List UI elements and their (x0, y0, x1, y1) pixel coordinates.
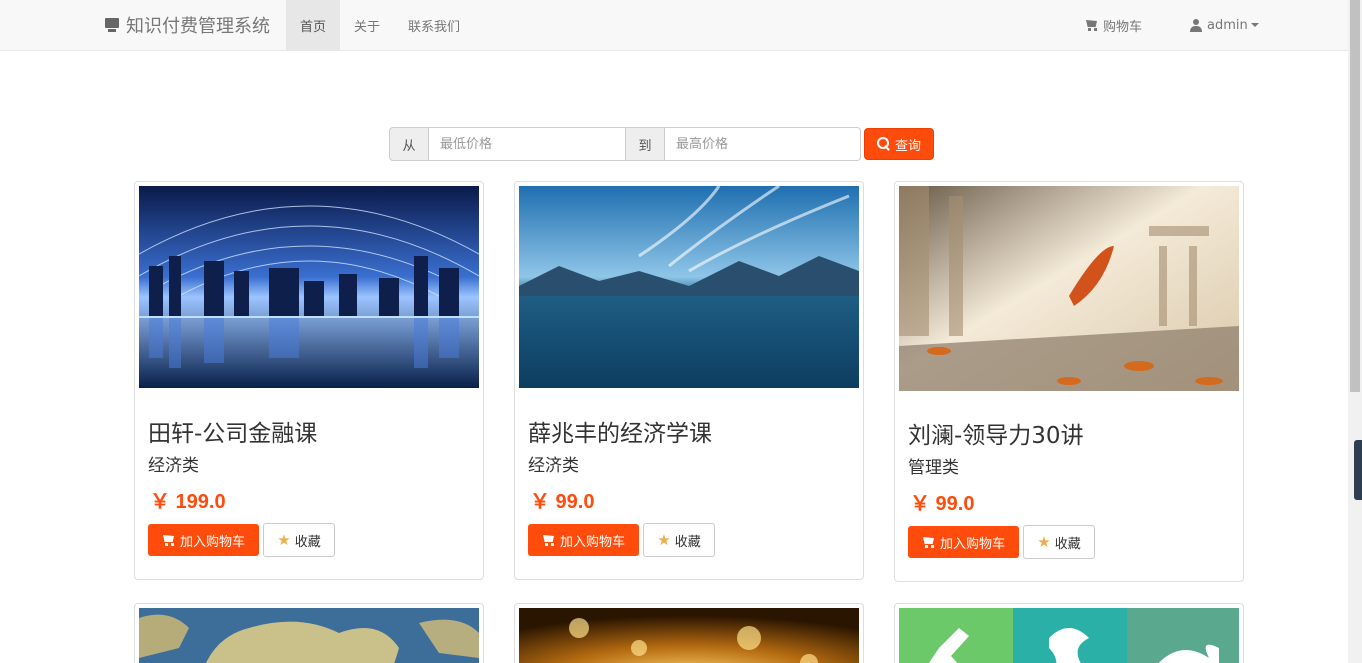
course-price: ￥ 199.0 (150, 491, 226, 513)
course-price: ￥ 99.0 (530, 491, 595, 513)
max-price-input[interactable] (665, 127, 861, 161)
query-button-label: 查询 (894, 138, 921, 154)
star-icon: ★ (1037, 533, 1051, 551)
add-to-cart-label: 加入购物车 (939, 536, 1005, 552)
favorite-button[interactable]: ★ 收藏 (1023, 525, 1095, 559)
side-tab[interactable] (1354, 440, 1362, 500)
course-title[interactable]: 刘澜-领导力30讲 (908, 416, 1084, 450)
course-card (134, 603, 484, 663)
course-image-coins[interactable] (519, 608, 859, 663)
favorite-label: 收藏 (1054, 536, 1081, 552)
page-scrollbar[interactable] (1348, 0, 1362, 663)
nav-cart-label: 购物车 (1103, 19, 1143, 35)
course-image-tiles[interactable] (899, 608, 1239, 663)
course-price: ￥ 99.0 (910, 493, 975, 515)
main-nav: 首页 关于 联系我们 (286, 0, 474, 50)
favorite-button[interactable]: ★ 收藏 (263, 523, 335, 557)
scrollbar-thumb[interactable] (1350, 0, 1360, 392)
add-to-cart-button[interactable]: 加入购物车 (528, 524, 639, 556)
course-card (894, 603, 1244, 663)
favorite-label: 收藏 (674, 534, 701, 550)
user-icon (1190, 18, 1203, 32)
nav-about[interactable]: 关于 (340, 0, 394, 50)
add-to-cart-button[interactable]: 加入购物车 (908, 526, 1019, 558)
caret-down-icon (1250, 23, 1259, 27)
add-to-cart-label: 加入购物车 (559, 534, 625, 550)
star-icon: ★ (277, 531, 291, 549)
course-category: 经济类 (148, 456, 199, 476)
min-price-input[interactable] (429, 127, 625, 161)
user-menu[interactable]: admin (1176, 0, 1273, 50)
user-name: admin (1207, 17, 1248, 33)
course-image-city[interactable] (139, 186, 479, 388)
course-image-map[interactable] (139, 608, 479, 663)
course-image-autumn[interactable] (899, 186, 1239, 391)
to-label: 到 (625, 127, 665, 161)
price-search: 从 到 查询 (389, 127, 934, 161)
cart-icon (162, 534, 176, 546)
cart-icon (1085, 19, 1099, 31)
star-icon: ★ (657, 531, 671, 549)
nav-home[interactable]: 首页 (286, 0, 341, 50)
user-nav: 购物车 admin (1071, 0, 1273, 50)
favorite-label: 收藏 (294, 534, 321, 550)
from-label: 从 (389, 127, 429, 161)
cart-icon (542, 534, 556, 546)
add-to-cart-label: 加入购物车 (179, 534, 245, 550)
brand-title: 知识付费管理系统 (126, 16, 270, 37)
monitor-icon (104, 17, 120, 33)
course-card (514, 603, 864, 663)
nav-cart[interactable]: 购物车 (1071, 0, 1156, 50)
nav-contact[interactable]: 联系我们 (394, 0, 474, 50)
add-to-cart-button[interactable]: 加入购物车 (148, 524, 259, 556)
course-card: 刘澜-领导力30讲 管理类 ￥ 99.0 加入购物车 ★ 收藏 (894, 181, 1244, 582)
course-title[interactable]: 田轩-公司金融课 (148, 414, 317, 448)
query-button[interactable]: 查询 (864, 128, 934, 160)
course-category: 经济类 (528, 456, 579, 476)
course-title[interactable]: 薛兆丰的经济学课 (528, 414, 712, 448)
navbar: 知识付费管理系统 首页 关于 联系我们 购物车 admin (0, 0, 1348, 51)
cart-icon (922, 536, 936, 548)
favorite-button[interactable]: ★ 收藏 (643, 523, 715, 557)
course-card: 田轩-公司金融课 经济类 ￥ 199.0 加入购物车 ★ 收藏 (134, 181, 484, 580)
brand[interactable]: 知识付费管理系统 (104, 0, 270, 50)
course-image-lake[interactable] (519, 186, 859, 388)
course-card: 薛兆丰的经济学课 经济类 ￥ 99.0 加入购物车 ★ 收藏 (514, 181, 864, 580)
search-icon (876, 137, 891, 151)
course-category: 管理类 (908, 458, 959, 478)
